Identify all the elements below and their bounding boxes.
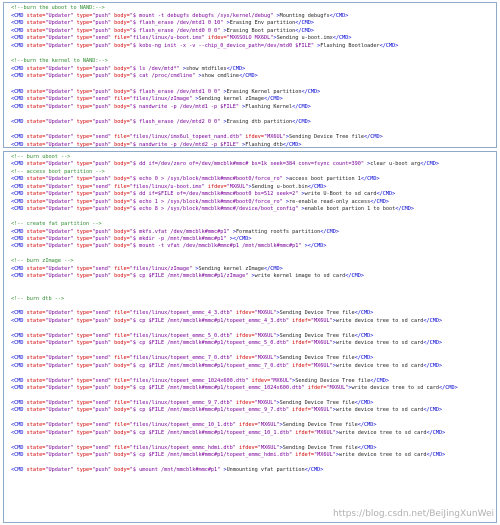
emmc-line: <CMD state="Updater" type="push" body="$… — [11, 273, 364, 280]
nand-line: <CMD state="Updater" type="push" body="$… — [11, 12, 349, 19]
emmc-line: <CMD state="Updater" type="push" body="$… — [11, 340, 443, 347]
nand-line: <CMD state="Updater" type="push" body="$… — [11, 88, 321, 95]
emmc-line: <CMD state="Updater" type="send" file="f… — [11, 332, 374, 339]
nand-line: <CMD state="Updater" type="push" body="$… — [11, 73, 258, 80]
emmc-line: <CMD state="Updater" type="push" body="$… — [11, 228, 340, 235]
emmc-line: <CMD state="Updater" type="push" body="$… — [11, 206, 414, 213]
emmc-line: <!-- burn zImage --> — [11, 258, 74, 265]
nand-line: <CMD state="Updater" type="push" body="$… — [11, 20, 315, 27]
emmc-line: <!-- access boot partition --> — [11, 168, 105, 175]
emmc-line: <CMD state="Updater" type="send" file="f… — [11, 183, 327, 190]
emmc-line: <CMD state="Updater" type="push" body="$… — [11, 317, 443, 324]
emmc-script-panel: <!-- burn uboot --> <CMD state="Updater" … — [3, 151, 497, 523]
emmc-line: <CMD state="Updater" type="push" body="$… — [11, 191, 396, 198]
emmc-line: <CMD state="Updater" type="push" body="$… — [11, 452, 446, 458]
nand-line: <CMD state="Updater" type="push" body="$… — [11, 65, 246, 72]
nand-line: <CMD state="Updater" type="push" body="$… — [11, 119, 311, 125]
nand-line: <CMD state="Updater" type="send" file="f… — [11, 134, 383, 141]
emmc-line: <CMD state="Updater" type="push" body="$… — [11, 466, 324, 473]
emmc-line: <CMD state="Updater" type="push" body="$… — [11, 198, 389, 205]
emmc-line: <CMD state="Updater" type="send" file="f… — [11, 265, 283, 272]
nand-script-panel: <!--burn the uboot to NAND:--> <CMD state… — [3, 2, 497, 148]
emmc-line: <CMD state="Updater" type="push" body="$… — [11, 176, 380, 183]
emmc-line: <CMD state="Updater" type="send" file="f… — [11, 422, 377, 429]
emmc-script-code: <!-- burn uboot --> <CMD state="Updater" … — [7, 154, 494, 520]
emmc-line: <!-- burn dtb --> — [11, 295, 65, 302]
emmc-line: <CMD state="Updater" type="push" body="$… — [11, 429, 446, 436]
emmc-line: <CMD state="Updater" type="send" file="f… — [11, 377, 390, 384]
nand-line: <CMD state="Updater" type="send" file="f… — [11, 96, 283, 103]
emmc-line: <CMD state="Updater" type="push" body="$… — [11, 384, 458, 391]
nand-line: <!--burn the kernel to NAND:--> — [11, 58, 108, 65]
emmc-line: <CMD state="Updater" type="push" body="$… — [11, 243, 327, 250]
emmc-line: <CMD state="Updater" type="send" file="f… — [11, 355, 374, 362]
nand-script-code: <!--burn the uboot to NAND:--> <CMD state… — [7, 5, 494, 148]
nand-line: <CMD state="Updater" type="push" body="$… — [11, 141, 302, 148]
emmc-line: <CMD state="Updater" type="push" body="$… — [11, 161, 439, 168]
emmc-line: <CMD state="Updater" type="push" body="$… — [11, 407, 443, 414]
watermark: https://blog.csdn.net/BeiJingXunWei — [332, 509, 494, 519]
emmc-line: <!-- create fat partition --> — [11, 221, 102, 228]
emmc-line: <!-- burn uboot --> — [11, 154, 71, 160]
emmc-line: <CMD state="Updater" type="push" body="$… — [11, 362, 443, 369]
emmc-line: <CMD state="Updater" type="send" file="f… — [11, 310, 374, 317]
emmc-line: <CMD state="Updater" type="push" body="$… — [11, 235, 252, 242]
nand-line: <!--burn the uboot to NAND:--> — [11, 5, 105, 11]
nand-line: <CMD state="Updater" type="push" body="$… — [11, 27, 315, 34]
nand-line: <CMD state="Updater" type="push" body="$… — [11, 103, 311, 110]
nand-line: <CMD state="Updater" type="send" file="f… — [11, 35, 352, 42]
nand-line: <CMD state="Updater" type="push" body="$… — [11, 43, 399, 49]
emmc-line: <CMD state="Updater" type="send" file="f… — [11, 444, 377, 451]
emmc-line: <CMD state="Updater" type="send" file="f… — [11, 399, 374, 406]
